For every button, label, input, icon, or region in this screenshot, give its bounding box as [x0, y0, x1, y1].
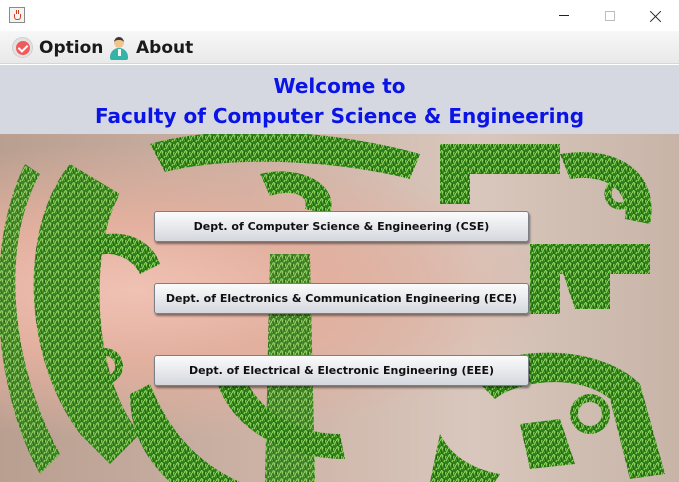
cse-department-button[interactable]: Dept. of Computer Science & Engineering …: [154, 211, 529, 242]
ece-department-button[interactable]: Dept. of Electronics & Communication Eng…: [154, 283, 529, 314]
faculty-title: Faculty of Computer Science & Engineerin…: [94, 104, 585, 128]
close-icon: [650, 10, 662, 22]
eee-department-button[interactable]: Dept. of Electrical & Electronic Enginee…: [154, 355, 529, 386]
maximize-icon: [605, 10, 615, 21]
welcome-title: Welcome to: [273, 74, 406, 98]
menu-about-label: About: [136, 37, 194, 58]
minimize-button[interactable]: [541, 0, 587, 31]
menu-option-label: Option: [39, 37, 104, 58]
welcome-header: Welcome to Faculty of Computer Science &…: [0, 65, 679, 134]
menu-option[interactable]: Option: [12, 31, 103, 64]
menu-bar: Option About: [0, 31, 679, 64]
app-window: Option About Welcome to Faculty of Compu…: [0, 0, 679, 482]
menu-about[interactable]: About: [108, 31, 193, 64]
close-button[interactable]: [633, 0, 679, 31]
check-circle-icon: [12, 37, 33, 58]
java-cup-icon: [9, 7, 25, 23]
person-icon: [108, 36, 130, 60]
minimize-icon: [559, 15, 569, 16]
maximize-button[interactable]: [587, 0, 633, 31]
title-bar: [0, 0, 679, 31]
